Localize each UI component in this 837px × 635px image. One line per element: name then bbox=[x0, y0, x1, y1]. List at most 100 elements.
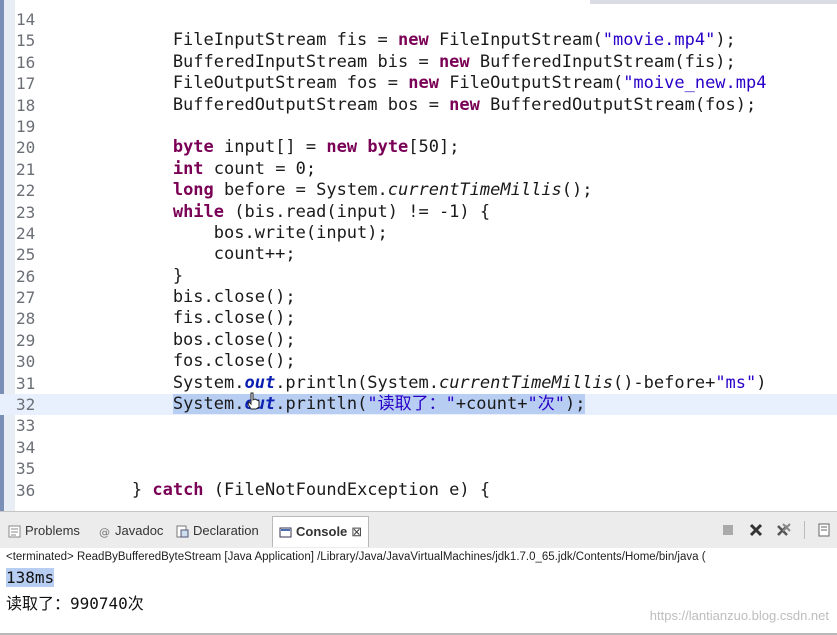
line-number: 34 bbox=[16, 437, 36, 457]
code-token: BufferedOutputStream(fos); bbox=[479, 94, 757, 115]
tab-declaration[interactable]: Declaration bbox=[176, 518, 259, 544]
code-token: new bbox=[438, 51, 470, 72]
code-line[interactable]: 20 byte input[] = new byte[50]; bbox=[0, 137, 837, 158]
toolbar-separator bbox=[804, 521, 805, 539]
code-token: bis.close(); bbox=[50, 287, 296, 308]
tab-console[interactable]: Console ⊠ bbox=[272, 516, 370, 547]
scroll-lock-icon[interactable] bbox=[817, 522, 833, 538]
code-token: BufferedInputStream bis = bbox=[50, 51, 439, 72]
line-number: 19 bbox=[16, 116, 36, 136]
code-line[interactable]: 22 long before = System.currentTimeMilli… bbox=[0, 180, 837, 201]
close-icon[interactable]: ⊠ bbox=[351, 517, 362, 547]
code-text: long before = System.currentTimeMillis()… bbox=[50, 180, 593, 201]
code-line[interactable]: 25 count++; bbox=[0, 244, 837, 265]
code-token: [50]; bbox=[408, 137, 460, 158]
code-line[interactable]: 15 FileInputStream fis = new FileInputSt… bbox=[0, 30, 837, 51]
code-line[interactable]: 31 System.out.println(System.currentTime… bbox=[0, 373, 837, 394]
line-number: 32 bbox=[16, 395, 36, 415]
code-lines[interactable]: 14 15 FileInputStream fis = new FileInput… bbox=[0, 9, 837, 501]
code-line[interactable]: 18 BufferedOutputStream bos = new Buffer… bbox=[0, 95, 837, 116]
code-token: FileOutputStream( bbox=[438, 73, 624, 94]
code-token: catch bbox=[152, 479, 204, 500]
code-token: bos.close(); bbox=[50, 329, 296, 350]
eclipse-window: 14 15 FileInputStream fis = new FileInput… bbox=[0, 0, 837, 635]
editor-top-band bbox=[590, 0, 837, 4]
line-number: 15 bbox=[16, 31, 36, 51]
tab-javadoc[interactable]: @ Javadoc bbox=[98, 518, 163, 544]
code-token: fis.close(); bbox=[50, 308, 296, 329]
code-token: ()-before+ bbox=[612, 372, 716, 393]
code-line[interactable]: 19 bbox=[0, 116, 837, 137]
code-token: "读取了：" bbox=[367, 394, 456, 415]
code-token: System. bbox=[50, 372, 245, 393]
code-text: FileOutputStream fos = new FileOutputStr… bbox=[50, 73, 767, 94]
terminate-icon[interactable] bbox=[720, 522, 736, 538]
code-token: byte bbox=[367, 137, 409, 158]
code-token: ); bbox=[715, 30, 736, 51]
code-text: while (bis.read(input) != -1) { bbox=[50, 202, 490, 223]
code-line[interactable]: 27 bis.close(); bbox=[0, 287, 837, 308]
code-token: bos.write(input); bbox=[50, 222, 388, 243]
console-view[interactable]: <terminated> ReadByBufferedByteStream [J… bbox=[0, 548, 837, 635]
code-token: (); bbox=[561, 180, 593, 201]
line-number: 27 bbox=[16, 288, 36, 308]
code-token: before = System. bbox=[213, 180, 388, 201]
line-number: 31 bbox=[16, 373, 36, 393]
code-text: bos.close(); bbox=[50, 330, 296, 351]
code-token: new bbox=[326, 137, 358, 158]
code-line[interactable]: 14 bbox=[0, 9, 837, 30]
console-output-line[interactable]: 138ms bbox=[6, 568, 55, 587]
code-line[interactable]: 28 fis.close(); bbox=[0, 308, 837, 329]
code-token: while bbox=[172, 201, 225, 222]
code-token: "moive_new.mp4 bbox=[623, 73, 767, 94]
console-icon bbox=[279, 527, 292, 537]
code-token: currentTimeMillis bbox=[387, 180, 562, 201]
code-line[interactable]: 24 bos.write(input); bbox=[0, 223, 837, 244]
code-line[interactable]: 17 FileOutputStream fos = new FileOutput… bbox=[0, 73, 837, 94]
tab-javadoc-label: Javadoc bbox=[115, 523, 164, 538]
remove-all-launches-icon[interactable] bbox=[776, 522, 792, 538]
code-text: count++; bbox=[50, 244, 296, 265]
code-token: "次" bbox=[527, 394, 565, 415]
code-line[interactable]: 23 while (bis.read(input) != -1) { bbox=[0, 202, 837, 223]
line-number: 30 bbox=[16, 352, 36, 372]
code-token: ) bbox=[756, 372, 767, 393]
code-token: fos.close(); bbox=[50, 351, 296, 372]
code-token: (bis.read(input) != -1) { bbox=[224, 201, 491, 222]
code-line[interactable]: 35 bbox=[0, 458, 837, 479]
line-number: 16 bbox=[16, 52, 36, 72]
code-line[interactable]: 33 bbox=[0, 415, 837, 436]
code-line[interactable]: 34 bbox=[0, 437, 837, 458]
remove-launch-icon[interactable] bbox=[748, 522, 764, 538]
code-token: } bbox=[50, 479, 153, 500]
code-token: new bbox=[449, 94, 480, 115]
console-output-line[interactable]: 读取了：990740次 bbox=[6, 590, 144, 614]
watermark: https://lantianzuo.blog.csdn.net bbox=[649, 608, 829, 623]
code-line[interactable]: 16 BufferedInputStream bis = new Buffere… bbox=[0, 52, 837, 73]
code-editor[interactable]: 14 15 FileInputStream fis = new FileInput… bbox=[0, 0, 837, 511]
code-text: BufferedInputStream bis = new BufferedIn… bbox=[50, 52, 736, 73]
code-line[interactable]: 30 fos.close(); bbox=[0, 351, 837, 372]
code-text: } catch (FileNotFoundException e) { bbox=[50, 480, 490, 501]
code-line[interactable]: 36 } catch (FileNotFoundException e) { bbox=[0, 480, 837, 501]
code-line[interactable]: 21 int count = 0; bbox=[0, 159, 837, 180]
declaration-icon bbox=[176, 525, 189, 537]
line-number: 28 bbox=[16, 309, 36, 329]
code-token: new bbox=[398, 30, 429, 51]
code-text: bis.close(); bbox=[50, 287, 296, 308]
svg-text:@: @ bbox=[99, 526, 110, 538]
code-line[interactable]: 32 System.out.println("读取了："+count+"次"); bbox=[0, 394, 837, 416]
code-text: fis.close(); bbox=[50, 308, 296, 329]
tab-problems[interactable]: Problems bbox=[8, 518, 80, 544]
code-token: out bbox=[244, 372, 276, 393]
code-line[interactable]: 29 bos.close(); bbox=[0, 330, 837, 351]
line-number: 14 bbox=[16, 10, 36, 29]
hand-cursor-icon bbox=[247, 392, 260, 410]
code-token: +count+ bbox=[455, 394, 528, 415]
code-token: } bbox=[50, 265, 184, 286]
line-number: 17 bbox=[16, 74, 36, 94]
code-line[interactable]: 26 } bbox=[0, 266, 837, 287]
